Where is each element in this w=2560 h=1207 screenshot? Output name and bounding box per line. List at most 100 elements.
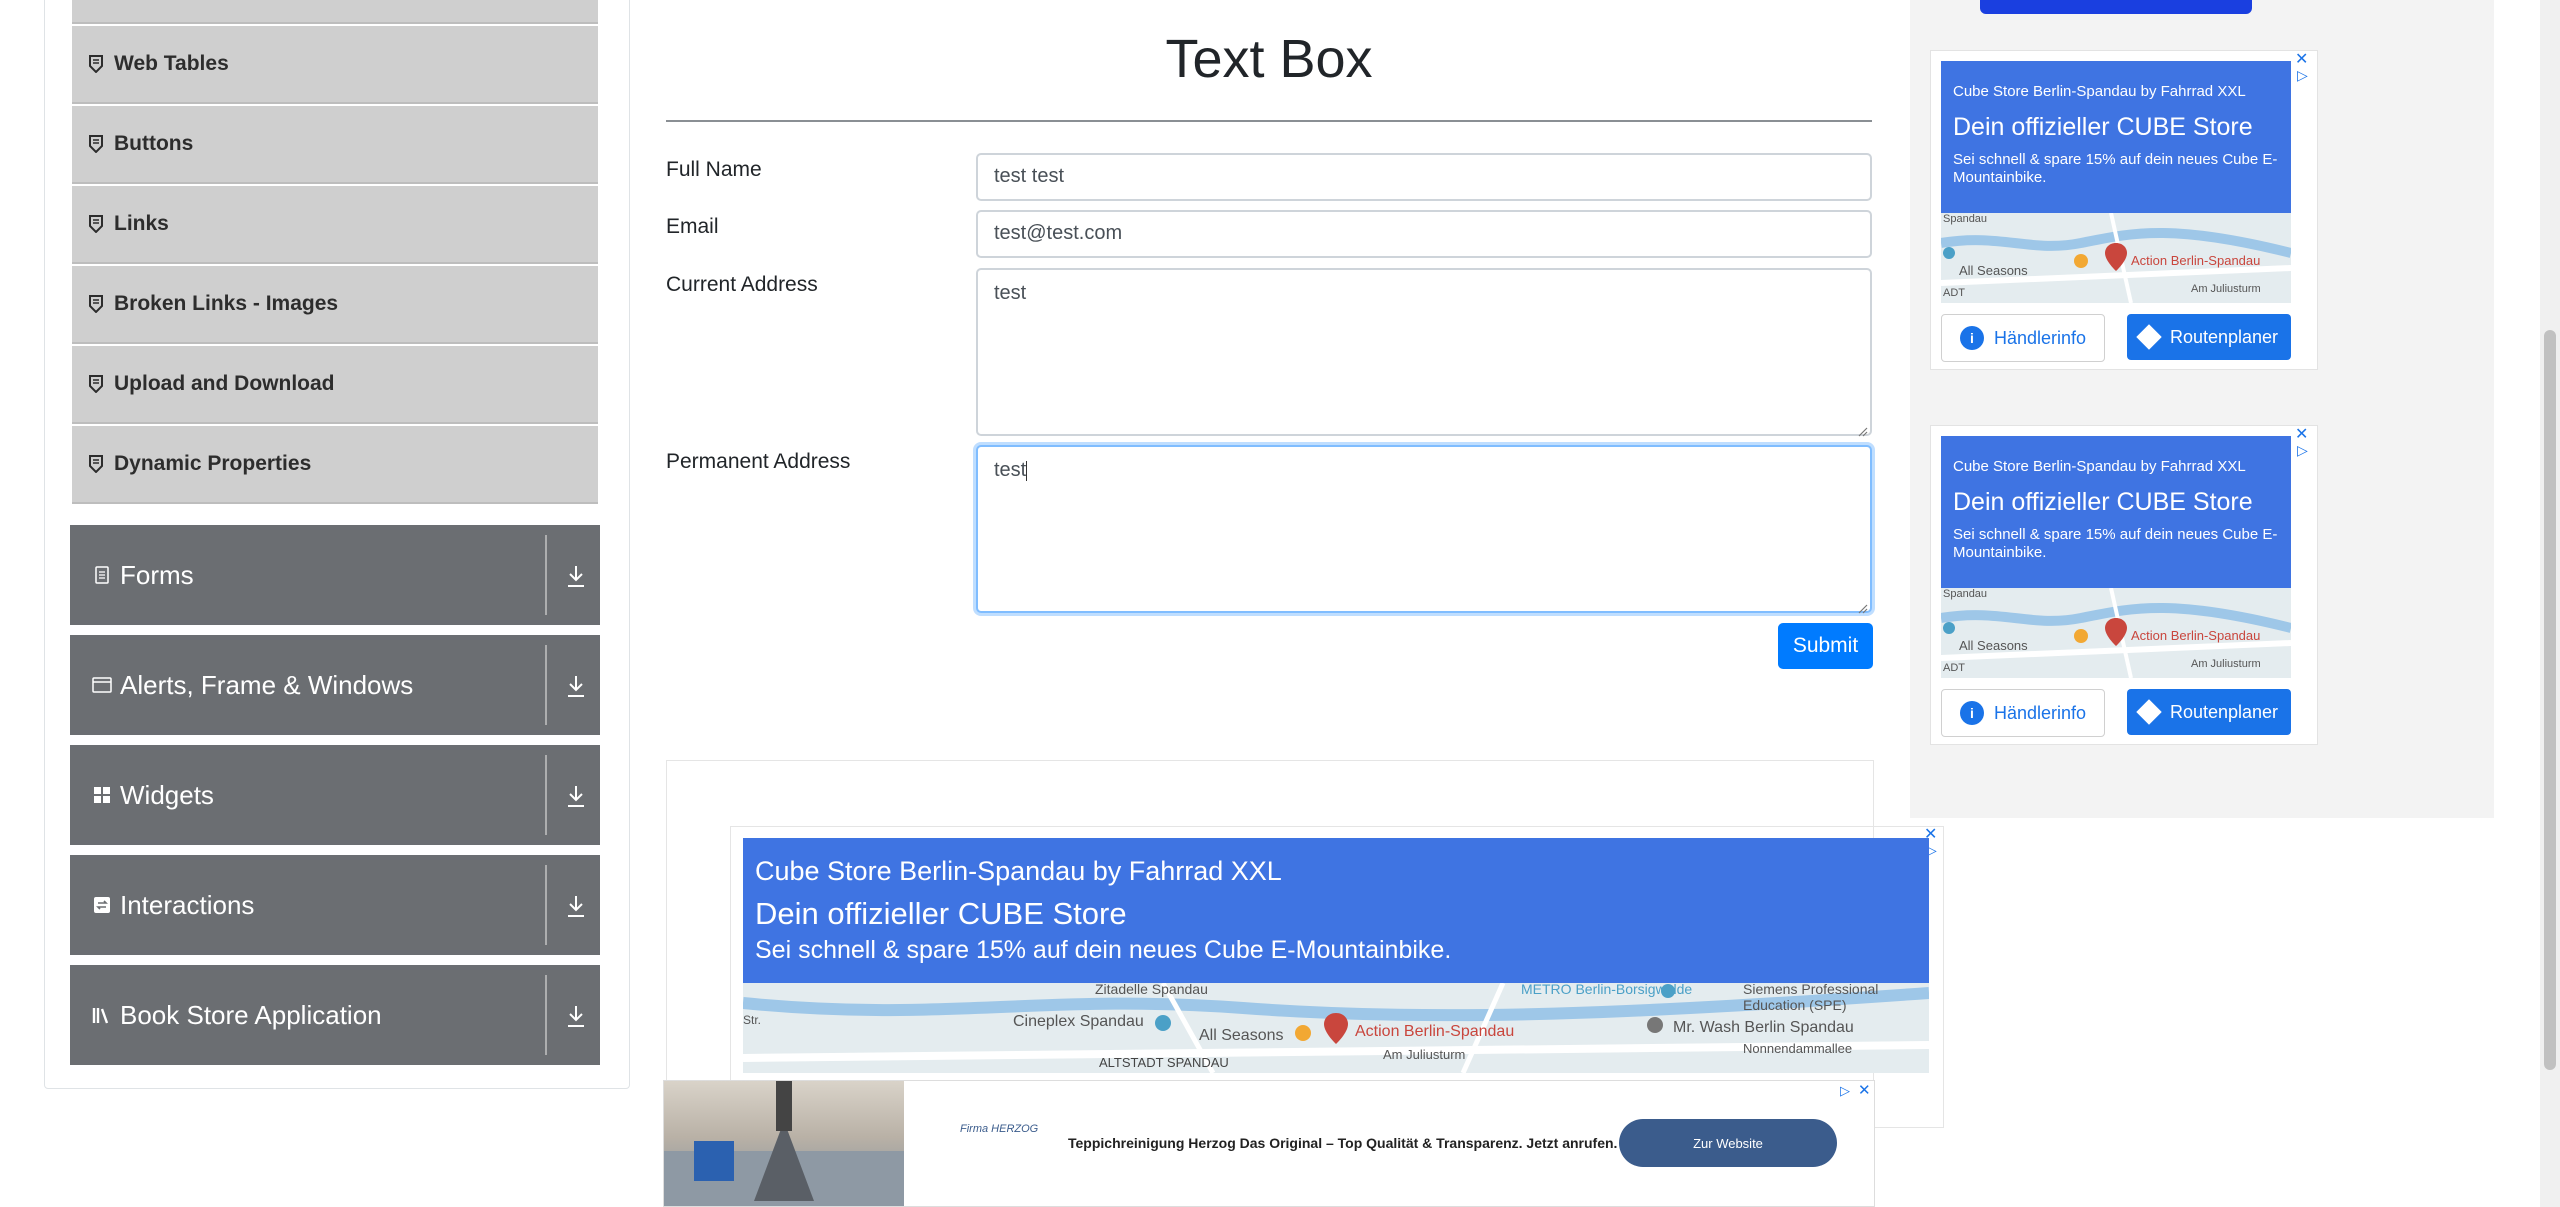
close-icon[interactable]: ✕ — [2295, 49, 2308, 69]
map-label: Action Berlin-Spandau — [1355, 1023, 1515, 1040]
sidebar-item-dynamic-properties[interactable]: Dynamic Properties — [72, 426, 598, 504]
directions-icon — [2136, 699, 2162, 725]
interactions-icon — [92, 895, 112, 915]
resize-handle[interactable] — [1856, 597, 1868, 614]
ad-advertiser: Cube Store Berlin-Spandau by Fahrrad XXL — [1953, 83, 2246, 100]
map-label: Cineplex Spandau — [1013, 1013, 1144, 1030]
document-icon — [92, 565, 112, 585]
map-label: All Seasons — [1199, 1027, 1284, 1044]
window-icon — [92, 675, 112, 695]
map-label: Zitadelle Spandau — [1095, 983, 1208, 997]
close-icon[interactable]: ✕ — [2295, 424, 2308, 444]
dealer-info-label: Händlerinfo — [1993, 327, 2087, 348]
route-planner-button[interactable]: Routenplaner — [2127, 314, 2291, 360]
sidebar-item-web-tables[interactable]: Web Tables — [72, 26, 598, 104]
map-label: All Seasons — [1959, 263, 2028, 278]
sidebar-item-label: Broken Links - Images — [114, 292, 339, 315]
shield-icon — [88, 135, 104, 153]
sidebar-group-alerts[interactable]: Alerts, Frame & Windows — [70, 635, 600, 735]
permanent-address-textarea[interactable]: test — [976, 445, 1872, 614]
ad-text: Sei schnell & spare 15% auf dein neues C… — [1953, 151, 2278, 186]
map-label: Spandau — [1943, 213, 1988, 225]
big-ad-text: Sei schnell & spare 15% auf dein neues C… — [755, 936, 1452, 964]
sidebar-group-label: Forms — [120, 559, 194, 590]
download-icon[interactable] — [564, 1003, 588, 1029]
divider — [545, 975, 547, 1055]
sidebar-item-buttons[interactable]: Buttons — [72, 106, 598, 184]
current-address-text: test — [994, 282, 1027, 304]
ad-photo — [664, 1081, 904, 1206]
banner-text: Teppichreinigung Herzog Das Original – T… — [1068, 1135, 1618, 1151]
map-label: Am Juliusturm — [1383, 1047, 1466, 1062]
sidebar-group-label: Alerts, Frame & Windows — [120, 669, 414, 700]
download-icon[interactable] — [564, 893, 588, 919]
map-label: Action Berlin-Spandau — [2131, 628, 2261, 643]
side-ad-2[interactable]: ✕ ▷ Cube Store Berlin-Spandau by Fahrrad… — [1930, 425, 2318, 745]
resize-handle[interactable] — [1856, 420, 1868, 437]
side-ad-1[interactable]: ✕ ▷ Cube Store Berlin-Spandau by Fahrrad… — [1930, 50, 2318, 370]
scrollbar-thumb[interactable] — [2544, 330, 2556, 1070]
map-label: ALTSTADT SPANDAU — [1099, 1055, 1229, 1070]
divider — [545, 755, 547, 835]
sidebar-group-interactions[interactable]: Interactions — [70, 855, 600, 955]
ad-advertiser: Cube Store Berlin-Spandau by Fahrrad XXL — [1953, 458, 2246, 475]
divider — [545, 865, 547, 945]
page-title: Text Box — [1165, 29, 1373, 89]
permanent-address-text: test — [994, 459, 1027, 481]
sidebar-item-label: Web Tables — [114, 52, 229, 75]
banner-logo: Firma HERZOG — [960, 1123, 1039, 1135]
big-ad-header[interactable]: Cube Store Berlin-Spandau by Fahrrad XXL… — [743, 838, 1929, 983]
ad-map[interactable]: Spandau All Seasons Action Berlin-Spanda… — [1941, 213, 2291, 303]
map-label: Am Juliusturm — [2191, 658, 2261, 670]
adchoices-icon[interactable]: ▷ — [1840, 1083, 1850, 1099]
dealer-info-button[interactable]: i Händlerinfo — [1941, 314, 2105, 362]
sidebar-group-label: Interactions — [120, 889, 255, 920]
sidebar-item-partial[interactable] — [72, 0, 598, 24]
current-address-label: Current Address — [666, 273, 818, 296]
ad-map[interactable]: Spandau All Seasons Action Berlin-Spanda… — [1941, 588, 2291, 678]
map-label: Str. — [743, 1013, 762, 1027]
adchoices-icon[interactable]: ▷ — [2297, 67, 2308, 84]
title-divider — [666, 120, 1872, 122]
books-icon — [92, 1005, 112, 1025]
sidebar-group-label: Book Store Application — [120, 999, 382, 1030]
full-name-input[interactable]: test test — [976, 153, 1872, 201]
close-icon[interactable]: ✕ — [1858, 1081, 1871, 1099]
full-name-label: Full Name — [666, 158, 762, 181]
dealer-info-button[interactable]: i Händlerinfo — [1941, 689, 2105, 737]
sidebar-item-label: Dynamic Properties — [114, 452, 312, 475]
sidebar-item-upload-download[interactable]: Upload and Download — [72, 346, 598, 424]
route-planner-label: Routenplaner — [2169, 701, 2279, 722]
download-icon[interactable] — [564, 783, 588, 809]
route-planner-button[interactable]: Routenplaner — [2127, 689, 2291, 735]
ad-header[interactable]: Cube Store Berlin-Spandau by Fahrrad XXL… — [1941, 436, 2291, 588]
visit-website-button[interactable]: Zur Website — [1619, 1119, 1837, 1167]
download-icon[interactable] — [564, 563, 588, 589]
bottom-banner-ad[interactable]: Firma HERZOG Teppichreinigung Herzog Das… — [663, 1080, 1875, 1207]
big-ad-map[interactable]: Zitadelle Spandau METRO Berlin-Borsigwal… — [743, 983, 1929, 1073]
sidebar-item-links[interactable]: Links — [72, 186, 598, 264]
adchoices-icon[interactable]: ▷ — [2297, 442, 2308, 459]
map-label: Am Juliusturm — [2191, 283, 2261, 295]
map-label: Nonnendammallee — [1743, 1041, 1853, 1056]
sidebar-group-book-store[interactable]: Book Store Application — [70, 965, 600, 1065]
big-ad-headline: Dein offizieller CUBE Store — [755, 896, 1127, 931]
ad-header[interactable]: Cube Store Berlin-Spandau by Fahrrad XXL… — [1941, 61, 2291, 213]
divider — [545, 535, 547, 615]
shield-icon — [88, 295, 104, 313]
ad-top-button-partial[interactable] — [1980, 0, 2252, 14]
directions-icon — [2136, 324, 2162, 350]
download-icon[interactable] — [564, 673, 588, 699]
sidebar-item-label: Links — [114, 212, 169, 235]
sidebar-item-broken-links[interactable]: Broken Links - Images — [72, 266, 598, 344]
current-address-textarea[interactable]: test — [976, 268, 1872, 437]
sidebar-group-widgets[interactable]: Widgets — [70, 745, 600, 845]
map-label: ADT — [1943, 287, 1965, 299]
sidebar-group-forms[interactable]: Forms — [70, 525, 600, 625]
ad-headline: Dein offizieller CUBE Store — [1953, 113, 2253, 141]
submit-button[interactable]: Submit — [1778, 623, 1873, 669]
email-input[interactable]: test@test.com — [976, 210, 1872, 258]
info-icon: i — [1959, 326, 1984, 350]
big-ad-advertiser: Cube Store Berlin-Spandau by Fahrrad XXL — [755, 856, 1282, 886]
sidebar-item-label: Buttons — [114, 132, 194, 155]
